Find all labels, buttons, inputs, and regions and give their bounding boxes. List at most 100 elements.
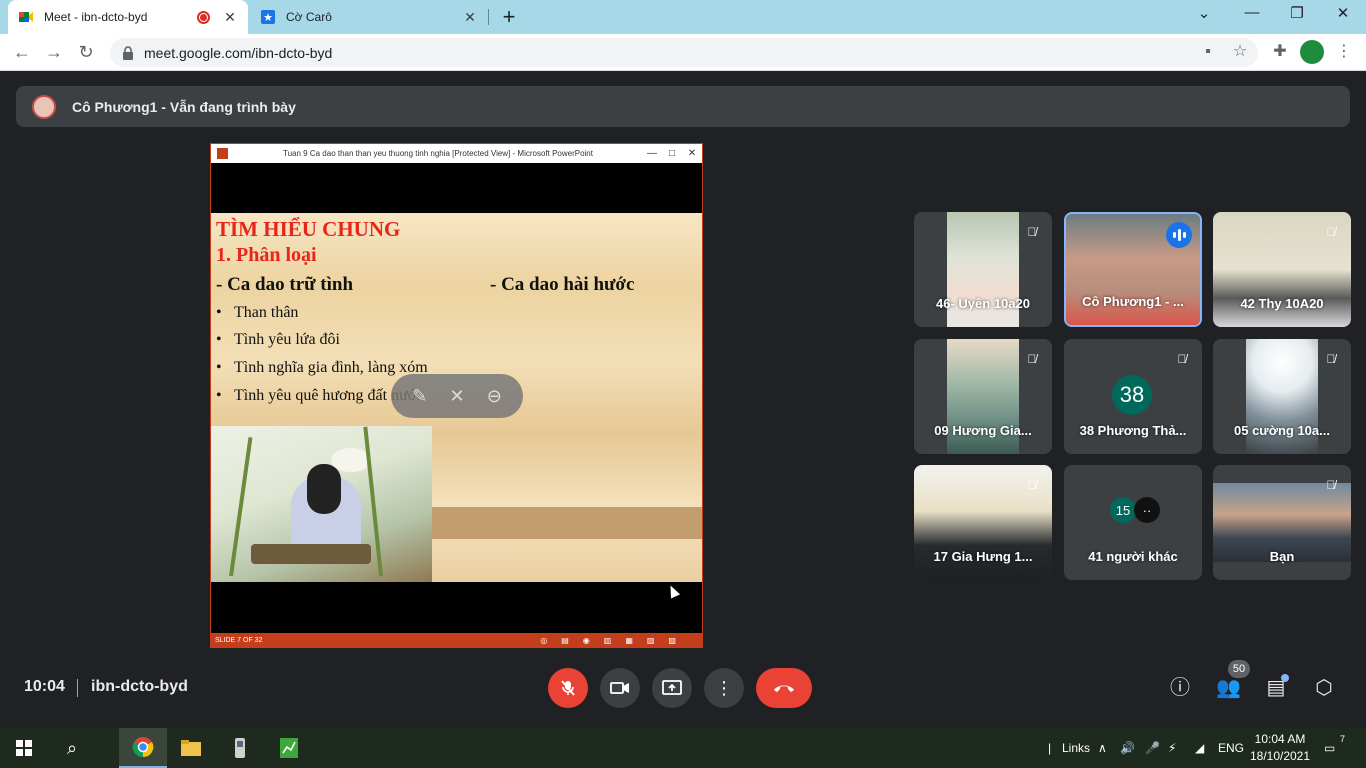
tab-search-icon[interactable]: ⌄ [1192,4,1216,22]
leave-call-button[interactable] [756,668,812,708]
slide-bullet: Than thân [216,304,298,322]
microphone-icon[interactable]: 🎤 [1145,728,1160,768]
powerpoint-icon [217,148,228,159]
minimize-icon[interactable]: — [1240,4,1264,21]
reload-icon[interactable]: ↻ [74,40,98,64]
google-meet-icon [18,9,34,25]
chat-unread-dot [1281,674,1289,682]
kebab-menu-icon: ⋮ [715,677,733,698]
star-icon[interactable]: ☆ [1230,42,1250,62]
people-icon[interactable]: 👥 [1216,676,1241,700]
restore-icon: □ [668,148,676,159]
address-bar[interactable]: meet.google.com/ibn-dcto-byd [110,38,1258,67]
mic-off-icon: 🎙̸ [1326,478,1336,492]
tray-overflow-icon[interactable]: ∧ [1098,728,1107,768]
camera-toggle-button[interactable] [600,668,640,708]
notification-count: 7 [1340,734,1346,744]
participant-tile-others[interactable]: 15 ·· 41 người khác [1064,465,1202,580]
links-toolbar[interactable]: Links [1062,728,1090,768]
network-icon[interactable]: ◢ [1195,728,1204,768]
mic-off-icon: 🎙̸ [1326,352,1336,366]
mini-avatar: 15 [1110,497,1136,523]
extensions-icon[interactable]: ✚ [1270,42,1290,62]
participant-tile[interactable]: 🎙̸ 17 Gia Hưng 1... [914,465,1052,580]
mic-off-icon: 🎙̸ [1326,225,1336,239]
people-count-badge: 50 [1228,660,1250,678]
url-text: meet.google.com/ibn-dcto-byd [144,44,333,61]
back-icon[interactable]: ← [10,40,34,64]
profile-avatar[interactable] [1300,40,1324,64]
close-window-icon[interactable]: ✕ [1331,4,1355,22]
more-options-button[interactable]: ⋮ [704,668,744,708]
shared-screen: Tuan 9 Ca dao than than yeu thuong tinh … [210,143,703,648]
participant-name: Bạn [1269,549,1295,564]
mini-avatar: ·· [1134,497,1160,523]
tab-meet[interactable]: Meet - ibn-dcto-byd ✕ [8,0,248,34]
tab-separator [488,9,489,25]
participant-name: 17 Gia Hưng 1... [933,549,1033,564]
speaking-indicator-icon [1166,222,1192,248]
forward-icon[interactable]: → [42,40,66,64]
participant-name: 05 cường 10a... [1234,423,1330,438]
slide-bullet: Tình nghĩa gia đình, làng xóm [216,359,428,377]
participant-name: 38 Phương Thả... [1079,423,1187,438]
meeting-code[interactable]: ibn-dcto-byd [91,678,188,696]
mic-off-icon [561,680,575,696]
tab-co-caro[interactable]: ★ Cờ Carô ✕ [250,0,488,34]
ppt-view-icons: ◎▤◉▥▦▧▨ [540,635,690,645]
mic-off-icon: 🎙̸ [1027,352,1037,366]
mouse-cursor [665,583,681,599]
slide-subheading: 1. Phân loại [216,244,317,266]
participant-name: 42 Thy 10A20 [1240,296,1324,311]
search-icon[interactable]: ⌕ [48,728,96,768]
app-phone-icon[interactable] [216,728,264,768]
participant-tile[interactable]: Cô Phương1 - ... [1064,212,1202,327]
participant-tile[interactable]: 🎙̸ 46- Uyên 10a20 [914,212,1052,327]
others-avatars: 15 ·· [1110,497,1160,523]
kebab-menu-icon[interactable]: ⋮ [1334,42,1354,62]
app-sheet-icon[interactable] [265,728,313,768]
bamboo-shape [229,437,253,577]
lock-icon [123,45,133,60]
unpin-icon[interactable]: ✎ [412,386,427,407]
tab-title: Meet - ibn-dcto-byd [44,10,148,24]
recording-indicator-icon [197,10,210,24]
minimize-icon: — [647,148,657,159]
tile-hover-controls[interactable]: ✎ ✕ ⊖ [391,374,523,418]
system-time: 10:04 AM [1254,732,1306,746]
participant-tile-self[interactable]: 🎙̸ Bạn [1213,465,1351,580]
tray-divider: | [1048,741,1052,755]
participant-tile[interactable]: 🎙̸ 09 Hương Gia... [914,339,1052,454]
slide-heading: TÌM HIỂU CHUNG [216,217,401,241]
mic-toggle-button[interactable] [548,668,588,708]
mute-icon[interactable]: ✕ [449,386,464,407]
slide-stripe [432,507,702,539]
ppt-window-title: Tuan 9 Ca dao than than yeu thuong tinh … [283,149,593,158]
restore-icon[interactable]: ❐ [1285,4,1309,22]
volume-icon[interactable]: 🔊 [1120,728,1135,768]
activities-icon[interactable]: ⬡ [1312,676,1336,700]
notifications-icon[interactable]: ▭ [1324,728,1335,768]
system-clock[interactable]: 10:04 AM 18/10/2021 [1244,731,1316,765]
present-screen-icon [662,680,682,695]
windows-start-icon[interactable] [0,728,48,768]
participant-tile[interactable]: 🎙̸ 05 cường 10a... [1213,339,1351,454]
battery-icon[interactable]: ⚡ [1168,728,1176,768]
close-tab-icon[interactable]: ✕ [462,9,478,26]
slide-bullet: Tình yêu lứa đôi [216,331,340,349]
ppt-title-bar: Tuan 9 Ca dao than than yeu thuong tinh … [211,144,702,163]
divider [77,679,78,697]
file-explorer-icon[interactable] [167,728,215,768]
language-indicator[interactable]: ENG [1218,728,1244,768]
new-tab-button[interactable]: + [498,6,520,28]
remove-icon[interactable]: ⊖ [487,386,502,407]
meeting-details-icon[interactable]: ⓘ [1168,676,1192,700]
participant-tile[interactable]: 🎙̸ 42 Thy 10A20 [1213,212,1351,327]
participant-tile[interactable]: 38 🎙̸ 38 Phương Thả... [1064,339,1202,454]
close-tab-icon[interactable]: ✕ [222,9,238,26]
present-screen-button[interactable] [652,668,692,708]
camera-blocked-icon[interactable]: ▪ [1198,42,1218,62]
browser-toolbar: ← → ↻ meet.google.com/ibn-dcto-byd ▪ ☆ ✚… [0,34,1366,71]
chrome-taskbar-icon[interactable] [119,728,167,768]
hang-up-icon [774,685,794,692]
